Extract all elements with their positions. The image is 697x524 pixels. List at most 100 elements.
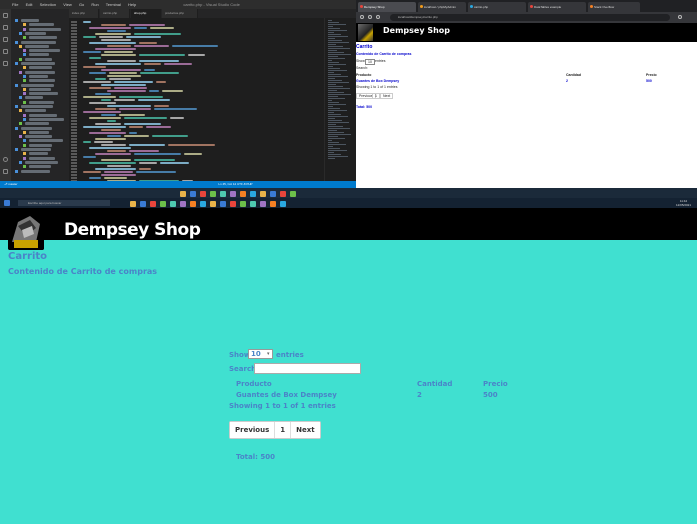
taskbar-app-icon[interactable] bbox=[210, 201, 216, 207]
col-header-cantidad[interactable]: Cantidad bbox=[417, 380, 452, 388]
explorer-file-item[interactable] bbox=[25, 31, 46, 35]
menu-view[interactable]: View bbox=[63, 2, 72, 7]
explorer-file-item[interactable] bbox=[21, 40, 56, 44]
previous-button[interactable]: Previous bbox=[230, 422, 276, 438]
browser-tab[interactable]: Stack Overflow bbox=[588, 2, 640, 12]
menu-run[interactable]: Run bbox=[91, 2, 98, 7]
explorer-file-item[interactable] bbox=[29, 79, 55, 83]
explorer-file-item[interactable] bbox=[29, 156, 55, 160]
code-editor[interactable] bbox=[69, 18, 324, 181]
explorer-file-item[interactable] bbox=[29, 100, 54, 104]
col-producto-small[interactable]: Producto bbox=[356, 73, 371, 77]
taskbar-app-icon[interactable] bbox=[280, 201, 286, 207]
explorer-file-item[interactable] bbox=[29, 66, 52, 70]
menu-file[interactable]: File bbox=[12, 2, 18, 7]
search-icon[interactable] bbox=[3, 25, 8, 30]
minimap[interactable] bbox=[324, 18, 356, 181]
taskbar-app-icon[interactable] bbox=[240, 191, 246, 197]
explorer-file-item[interactable] bbox=[29, 143, 52, 147]
col-header-precio[interactable]: Precio bbox=[483, 380, 508, 388]
browser-tab[interactable]: localhost / phpMyAdmin bbox=[418, 2, 466, 12]
explorer-file-item[interactable] bbox=[21, 19, 39, 22]
explorer-icon[interactable] bbox=[3, 13, 8, 18]
tab-index[interactable]: index.php bbox=[69, 9, 99, 18]
taskbar-clock[interactable]: 11:42 12/05/2021 bbox=[676, 199, 691, 207]
taskbar-app-icon[interactable] bbox=[260, 201, 266, 207]
explorer-file-item[interactable] bbox=[21, 126, 52, 130]
menu-go[interactable]: Go bbox=[79, 2, 84, 7]
debug-icon[interactable] bbox=[3, 49, 8, 54]
explorer-file-item[interactable] bbox=[25, 96, 43, 100]
gear-icon[interactable] bbox=[3, 169, 8, 174]
explorer-file-item[interactable] bbox=[25, 109, 46, 113]
taskbar-app-icon[interactable] bbox=[140, 201, 146, 207]
explorer-file-item[interactable] bbox=[29, 139, 63, 143]
taskbar-app-icon[interactable] bbox=[150, 201, 156, 207]
taskbar-app-icon[interactable] bbox=[190, 191, 196, 197]
menu-help[interactable]: Help bbox=[128, 2, 136, 7]
taskbar-app-icon[interactable] bbox=[170, 201, 176, 207]
explorer-file-item[interactable] bbox=[29, 130, 49, 134]
page-1-button[interactable]: 1 bbox=[275, 422, 292, 438]
site-brand[interactable]: Dempsey Shop bbox=[64, 220, 201, 240]
explorer-file-item[interactable] bbox=[21, 148, 51, 151]
windows-start-icon[interactable] bbox=[4, 200, 10, 206]
explorer-file-item[interactable] bbox=[25, 70, 55, 74]
taskbar-app-icon[interactable] bbox=[250, 191, 256, 197]
taskbar-app-icon[interactable] bbox=[260, 191, 266, 197]
forward-icon[interactable] bbox=[368, 15, 372, 19]
dempsey-logo-icon[interactable] bbox=[8, 212, 44, 250]
menu-terminal[interactable]: Terminal bbox=[106, 2, 121, 7]
taskbar-search-input[interactable]: Escribe aquí para buscar bbox=[18, 200, 110, 206]
table-search-input[interactable] bbox=[254, 363, 361, 374]
explorer-file-item[interactable] bbox=[29, 27, 61, 31]
taskbar-app-icon[interactable] bbox=[270, 201, 276, 207]
browser-tab[interactable]: DataTables example bbox=[528, 2, 586, 12]
next-button-small[interactable]: Next bbox=[380, 93, 394, 99]
entries-select-small[interactable]: 10 bbox=[365, 59, 375, 65]
taskbar-app-icon[interactable] bbox=[270, 191, 276, 197]
address-bar[interactable]: localhost/dempsey/carrito.php bbox=[390, 14, 670, 21]
browser-tab[interactable]: Dempsey Shop bbox=[358, 2, 416, 12]
taskbar-app-icon[interactable] bbox=[250, 201, 256, 207]
explorer-file-item[interactable] bbox=[29, 113, 57, 117]
tab-productos[interactable]: productos.php bbox=[162, 9, 198, 18]
explorer-file-item[interactable] bbox=[29, 87, 51, 91]
source-control-icon[interactable] bbox=[3, 37, 8, 42]
explorer-file-item[interactable] bbox=[21, 62, 55, 65]
explorer-file-item[interactable] bbox=[25, 122, 49, 126]
col-cantidad-small[interactable]: Cantidad bbox=[566, 73, 581, 77]
tab-carrito[interactable]: carrito.php bbox=[100, 9, 130, 18]
explorer-file-item[interactable] bbox=[29, 36, 57, 40]
explorer-file-item[interactable] bbox=[29, 49, 60, 53]
menu-edit[interactable]: Edit bbox=[26, 2, 33, 7]
extensions-icon[interactable] bbox=[3, 61, 8, 66]
col-precio-small[interactable]: Precio bbox=[646, 73, 657, 77]
explorer-file-item[interactable] bbox=[21, 83, 54, 87]
explorer-file-item[interactable] bbox=[29, 117, 64, 121]
explorer-file-item[interactable] bbox=[25, 135, 52, 139]
taskbar-app-icon[interactable] bbox=[210, 191, 216, 197]
col-header-producto[interactable]: Producto bbox=[236, 380, 272, 388]
taskbar-app-icon[interactable] bbox=[240, 201, 246, 207]
tab-shop[interactable]: shop.php bbox=[131, 9, 161, 18]
explorer-file-item[interactable] bbox=[21, 105, 53, 108]
taskbar-app-icon[interactable] bbox=[160, 201, 166, 207]
taskbar-app-icon[interactable] bbox=[280, 191, 286, 197]
explorer-file-item[interactable] bbox=[25, 44, 49, 48]
taskbar-app-icon[interactable] bbox=[230, 191, 236, 197]
explorer-file-item[interactable] bbox=[29, 23, 54, 27]
explorer-file-item[interactable] bbox=[29, 92, 58, 96]
explorer-file-item[interactable] bbox=[29, 152, 48, 156]
taskbar-app-icon[interactable] bbox=[180, 201, 186, 207]
taskbar-app-icon[interactable] bbox=[230, 201, 236, 207]
explorer-file-item[interactable] bbox=[29, 74, 48, 78]
git-branch[interactable]: ⎇ master bbox=[4, 182, 17, 186]
menu-icon[interactable] bbox=[678, 15, 682, 19]
explorer-file-item[interactable] bbox=[29, 165, 51, 169]
explorer-file-item[interactable] bbox=[25, 57, 52, 61]
taskbar-app-icon[interactable] bbox=[200, 201, 206, 207]
reload-icon[interactable] bbox=[376, 15, 380, 19]
taskbar-app-icon[interactable] bbox=[200, 191, 206, 197]
explorer-file-item[interactable] bbox=[29, 53, 49, 57]
